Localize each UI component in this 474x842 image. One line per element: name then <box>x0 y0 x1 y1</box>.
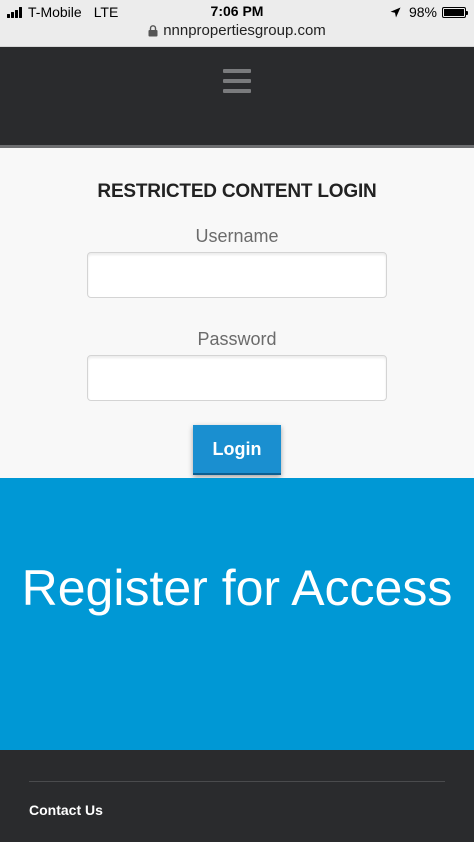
ios-status-bar: T-Mobile LTE 7:06 PM 98% nnnpropertiesgr… <box>0 0 474 47</box>
lock-icon <box>148 24 158 37</box>
url-text[interactable]: nnnpropertiesgroup.com <box>163 22 326 39</box>
site-footer: Contact Us <box>0 750 474 842</box>
status-right: 98% <box>390 4 468 20</box>
register-section: Register for Access <box>0 478 474 750</box>
location-arrow-icon <box>390 7 401 18</box>
battery-percentage: 98% <box>408 4 437 20</box>
hamburger-menu-icon[interactable] <box>223 69 251 93</box>
password-label: Password <box>197 329 277 349</box>
username-input[interactable] <box>87 252 387 298</box>
site-header <box>0 47 474 148</box>
address-bar[interactable]: nnnpropertiesgroup.com <box>0 22 474 39</box>
footer-divider <box>29 781 445 782</box>
login-section: RESTRICTED CONTENT LOGIN Username Passwo… <box>0 148 474 478</box>
login-button[interactable]: Login <box>193 425 281 475</box>
battery-icon <box>442 6 468 18</box>
contact-us-link[interactable]: Contact Us <box>29 802 103 818</box>
password-input[interactable] <box>87 355 387 401</box>
register-for-access-link[interactable]: Register for Access <box>0 558 474 618</box>
login-title: RESTRICTED CONTENT LOGIN <box>97 181 377 202</box>
username-label: Username <box>195 226 279 246</box>
battery-level-fill <box>444 8 464 16</box>
